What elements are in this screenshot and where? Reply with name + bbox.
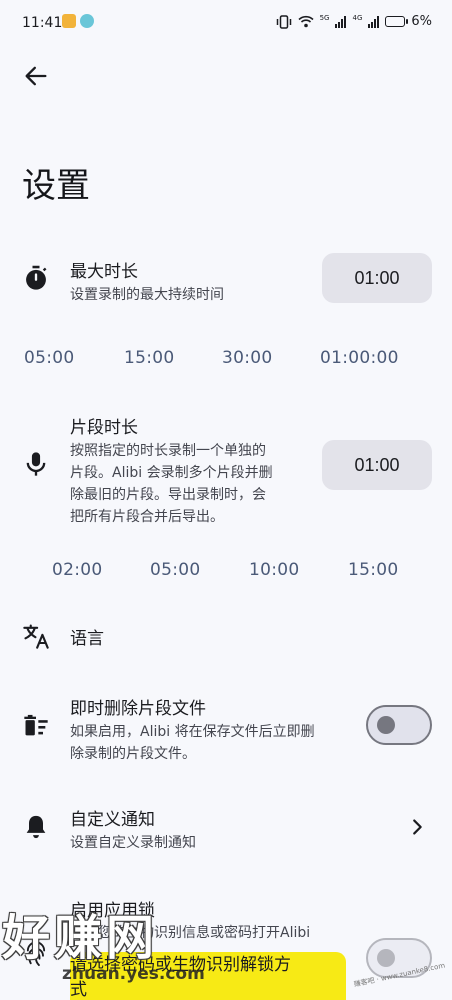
battery-level: 6% bbox=[411, 14, 432, 29]
delete-segments-desc: 如果启用，Alibi 将在保存文件后立即删 除录制的片段文件。 bbox=[70, 721, 315, 765]
max-duration-value-button[interactable]: 01:00 bbox=[322, 253, 432, 303]
segment-duration-title: 片段时长 bbox=[70, 418, 138, 438]
segment-desc-line: 把所有片段合并后导出。 bbox=[70, 509, 224, 525]
segment-desc-line: 片段。Alibi 会录制多个片段并删 bbox=[70, 465, 273, 481]
chevron-right-icon[interactable] bbox=[406, 816, 428, 838]
delete-segments-toggle[interactable] bbox=[366, 705, 432, 745]
signal-icon-2 bbox=[368, 15, 380, 28]
delete-desc-line: 除录制的片段文件。 bbox=[70, 746, 196, 762]
max-duration-preset-4[interactable]: 01:00:00 bbox=[320, 348, 399, 368]
delete-segments-title: 即时删除片段文件 bbox=[70, 699, 206, 719]
microphone-icon bbox=[26, 452, 46, 476]
segment-duration-value-button[interactable]: 01:00 bbox=[322, 440, 432, 490]
weather-notification-icon bbox=[62, 14, 76, 28]
vibrate-icon bbox=[276, 14, 291, 29]
custom-notification-desc: 设置自定义录制通知 bbox=[70, 835, 196, 851]
language-row[interactable] bbox=[0, 606, 452, 664]
stopwatch-icon bbox=[26, 265, 47, 290]
bell-icon bbox=[26, 815, 46, 839]
segment-duration-preset-4[interactable]: 15:00 bbox=[348, 560, 399, 580]
app-notification-icon bbox=[80, 14, 94, 28]
toggle-knob bbox=[377, 949, 395, 967]
signal-icon-1 bbox=[335, 15, 347, 28]
segment-duration-preset-3[interactable]: 10:00 bbox=[249, 560, 300, 580]
max-duration-title: 最大时长 bbox=[70, 262, 138, 282]
battery-icon bbox=[385, 16, 409, 27]
arrow-left-icon[interactable] bbox=[22, 62, 50, 90]
max-duration-preset-3[interactable]: 30:00 bbox=[222, 348, 273, 368]
segment-desc-line: 按照指定的时长录制一个单独的 bbox=[70, 443, 266, 459]
max-duration-preset-1[interactable]: 05:00 bbox=[24, 348, 75, 368]
delete-sweep-icon bbox=[24, 714, 48, 736]
language-title: 语言 bbox=[70, 629, 104, 649]
segment-duration-preset-2[interactable]: 05:00 bbox=[150, 560, 201, 580]
max-duration-desc: 设置录制的最大持续时间 bbox=[70, 287, 224, 303]
status-indicators: 5G 4G 6% bbox=[276, 14, 432, 29]
network-type-1: 5G bbox=[319, 14, 330, 22]
max-duration-preset-2[interactable]: 15:00 bbox=[124, 348, 175, 368]
toggle-knob bbox=[377, 716, 395, 734]
watermark-logo: 好赚网 bbox=[2, 910, 159, 966]
translate-icon bbox=[23, 624, 49, 649]
segment-desc-line: 除最旧的片段。导出录制时，会 bbox=[70, 487, 266, 503]
custom-notification-title: 自定义通知 bbox=[70, 810, 155, 830]
wifi-icon bbox=[298, 15, 314, 28]
status-time: 11:41 bbox=[22, 15, 63, 31]
network-type-2: 4G bbox=[352, 14, 363, 22]
notification-icons bbox=[62, 14, 94, 28]
segment-duration-preset-1[interactable]: 02:00 bbox=[52, 560, 103, 580]
watermark-url: zhuan.yes.com bbox=[62, 964, 205, 984]
page-title: 设置 bbox=[22, 166, 90, 206]
delete-desc-line: 如果启用，Alibi 将在保存文件后立即删 bbox=[70, 724, 315, 740]
segment-duration-desc: 按照指定的时长录制一个单独的 片段。Alibi 会录制多个片段并删 除最旧的片段… bbox=[70, 440, 273, 528]
